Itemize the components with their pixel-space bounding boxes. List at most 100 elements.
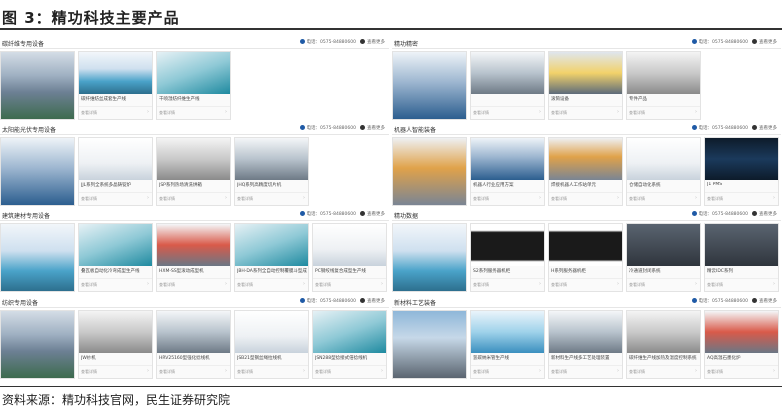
detail-link[interactable]: 查看详情	[81, 110, 97, 116]
product-tile[interactable]: JJL系列全系统多晶铸锭炉 查看详情 ›	[78, 137, 153, 206]
detail-link[interactable]: 查看详情	[551, 369, 567, 375]
detail-link[interactable]: 查看详情	[629, 282, 645, 288]
detail-link[interactable]: 查看详情	[629, 369, 645, 375]
phone-link[interactable]: 电话：0575-84880600	[299, 211, 356, 217]
more-icon	[360, 125, 365, 130]
product-tile[interactable]	[0, 310, 75, 379]
arrow-icon: ›	[695, 281, 697, 287]
more-link[interactable]: 查看更多	[752, 211, 777, 217]
product-tile[interactable]	[0, 51, 75, 120]
product-tile[interactable]: 干喷湿纺纤维生产线 查看详情 ›	[156, 51, 231, 120]
product-tile[interactable]	[392, 51, 467, 120]
product-tile[interactable]: JW纱机 查看详情 ›	[78, 310, 153, 379]
product-tile[interactable]: JSN288型捻接式倍捻线机 查看详情 ›	[312, 310, 387, 379]
product-tile[interactable]: 冷通道封闭系统 查看详情 ›	[626, 223, 701, 292]
phone-link[interactable]: 电话：0575-84880600	[299, 39, 356, 45]
product-tile[interactable]	[0, 223, 75, 292]
product-tile[interactable]: 机器人行业应用方案 查看详情 ›	[470, 137, 545, 206]
product-tile[interactable]: 焊接机器人工作站单元 查看详情 ›	[548, 137, 623, 206]
product-caption: H系列服务器机柜	[551, 269, 586, 274]
detail-link[interactable]: 查看详情	[81, 196, 97, 202]
product-tile[interactable]: AQ高温石墨化炉 查看详情 ›	[704, 310, 779, 379]
section-meta: 电话：0575-84880600 查看更多	[691, 39, 777, 45]
product-caption: 专件产品	[629, 97, 647, 102]
detail-link[interactable]: 查看详情	[707, 282, 723, 288]
detail-link[interactable]: 查看详情	[629, 110, 645, 116]
product-photo	[157, 138, 230, 180]
detail-link[interactable]: 查看详情	[159, 196, 175, 202]
arrow-icon: ›	[147, 195, 149, 201]
product-tile[interactable]: H系列服务器机柜 查看详情 ›	[548, 223, 623, 292]
product-photo	[627, 311, 700, 353]
detail-link[interactable]: 查看详情	[237, 369, 253, 375]
section-precision: 精功精密 电话：0575-84880600 查看更多 查看详情 › 滚筒设备 查看详…	[392, 37, 781, 121]
product-tile[interactable]: S2系列服务器机柜 查看详情 ›	[470, 223, 545, 292]
phone-link[interactable]: 电话：0575-84880600	[691, 125, 748, 131]
product-tile[interactable]: PC钢绞线复合成型生产线 查看详情 ›	[312, 223, 387, 292]
product-tile[interactable]: 专件产品 查看详情 ›	[626, 51, 701, 120]
phone-icon	[691, 211, 697, 216]
right-column: 精功精密 电话：0575-84880600 查看更多 查看详情 › 滚筒设备 查看详…	[392, 31, 781, 384]
detail-link[interactable]: 查看详情	[629, 196, 645, 202]
detail-link[interactable]: 查看详情	[237, 196, 253, 202]
product-tile[interactable]: 碳纤维生产线加热及温度控制系统 查看详情 ›	[626, 310, 701, 379]
detail-link[interactable]: 查看详情	[473, 282, 489, 288]
detail-link[interactable]: 查看详情	[81, 282, 97, 288]
product-tile[interactable]: 碳纤维纺丝成套生产线 查看详情 ›	[78, 51, 153, 120]
product-tile[interactable]	[392, 310, 467, 379]
more-icon	[752, 298, 757, 303]
more-link[interactable]: 查看更多	[360, 298, 385, 304]
product-tile[interactable]: J1 PMS 查看详情 ›	[704, 137, 779, 206]
product-tile[interactable]: JSB21型钢丝绳拉线机 查看详情 ›	[234, 310, 309, 379]
more-link[interactable]: 查看更多	[360, 211, 385, 217]
phone-link[interactable]: 电话：0575-84880600	[691, 39, 748, 45]
product-tile[interactable]: HXM-SS型滚动成型机 查看详情 ›	[156, 223, 231, 292]
product-tile[interactable]: JSP系列热场清洗烘箱 查看详情 ›	[156, 137, 231, 206]
product-tile[interactable]: 查看详情 ›	[470, 51, 545, 120]
product-tile[interactable]: 仓储自动化系统 查看详情 ›	[626, 137, 701, 206]
more-link[interactable]: 查看更多	[360, 39, 385, 45]
product-tile[interactable]	[392, 223, 467, 292]
product-tile[interactable]: JBH-DA系列全自动控制覆膜斗型成型机查看详情 ›	[234, 223, 309, 292]
product-tile[interactable]	[392, 137, 467, 206]
detail-link[interactable]: 查看详情	[81, 369, 97, 375]
detail-link[interactable]: 查看详情	[159, 282, 175, 288]
product-tile[interactable]: 滚筒设备 查看详情 ›	[548, 51, 623, 120]
product-tile[interactable]: 叠瓦板自动化冷弯成型生产线 查看详情 ›	[78, 223, 153, 292]
section-title: 建筑建材专用设备	[2, 213, 51, 220]
phone-link[interactable]: 电话：0575-84880600	[299, 298, 356, 304]
product-caption: JBH-DA系列全自动控制覆膜斗型成型机	[237, 269, 307, 274]
detail-link[interactable]: 查看详情	[707, 369, 723, 375]
detail-link[interactable]: 查看详情	[159, 369, 175, 375]
product-tile[interactable]: HRV25160型强化捻线机 查看详情 ›	[156, 310, 231, 379]
product-tile[interactable]: 氢碳纳米管生产线 查看详情 ›	[470, 310, 545, 379]
detail-link[interactable]: 查看详情	[315, 282, 331, 288]
detail-link[interactable]: 查看详情	[707, 196, 723, 202]
detail-link[interactable]: 查看详情	[551, 282, 567, 288]
product-tile[interactable]: JHQ系列高精度切片机 查看详情 ›	[234, 137, 309, 206]
product-photo	[157, 224, 230, 266]
product-photo	[79, 52, 152, 94]
phone-link[interactable]: 电话：0575-84880600	[691, 211, 748, 217]
more-link[interactable]: 查看更多	[360, 125, 385, 131]
detail-link[interactable]: 查看详情	[473, 110, 489, 116]
detail-link[interactable]: 查看详情	[159, 110, 175, 116]
phone-link[interactable]: 电话：0575-84880600	[299, 125, 356, 131]
more-link[interactable]: 查看更多	[752, 298, 777, 304]
phone-link[interactable]: 电话：0575-84880600	[691, 298, 748, 304]
detail-link[interactable]: 查看详情	[551, 110, 567, 116]
detail-link[interactable]: 查看详情	[315, 369, 331, 375]
product-tile[interactable]	[0, 137, 75, 206]
detail-link[interactable]: 查看详情	[237, 282, 253, 288]
detail-link[interactable]: 查看详情	[551, 196, 567, 202]
more-icon	[752, 125, 757, 130]
product-tile[interactable]: 新材料生产线多工艺处理装置 查看详情 ›	[548, 310, 623, 379]
more-link[interactable]: 查看更多	[752, 125, 777, 131]
more-link[interactable]: 查看更多	[752, 39, 777, 45]
detail-link[interactable]: 查看详情	[473, 369, 489, 375]
detail-link[interactable]: 查看详情	[473, 196, 489, 202]
arrow-icon: ›	[773, 195, 775, 201]
phone-icon	[299, 125, 305, 130]
product-photo	[157, 52, 230, 94]
product-tile[interactable]: 精云IDC系列 查看详情 ›	[704, 223, 779, 292]
